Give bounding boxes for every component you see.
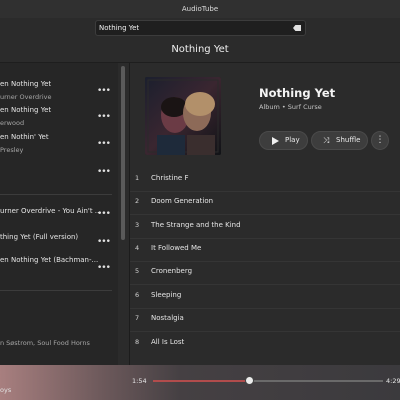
list-item[interactable]: urner Overdrive - You Ain't ... xyxy=(0,207,112,215)
track-name: The Strange and the Kind xyxy=(151,221,241,229)
track-row[interactable]: 2 Doom Generation xyxy=(130,191,400,214)
track-row[interactable]: 6 Sleeping xyxy=(130,285,400,308)
list-item-subtitle: erwood xyxy=(0,119,25,127)
list-item-title: en Nothing Yet xyxy=(0,106,52,114)
track-row[interactable]: 1 Christine F xyxy=(130,168,400,191)
track-row[interactable]: 8 All Is Lost xyxy=(130,332,400,355)
more-options-icon[interactable]: ••• xyxy=(97,264,111,273)
list-item[interactable]: en Nothing Yet (Bachman-... xyxy=(0,256,112,264)
track-name: It Followed Me xyxy=(151,244,202,252)
track-row[interactable]: 7 Nostalgia xyxy=(130,308,400,331)
track-name: Christine F xyxy=(151,174,189,182)
more-options-icon[interactable]: ••• xyxy=(97,210,111,219)
more-options-icon[interactable]: ••• xyxy=(97,238,111,247)
search-value: Nothing Yet xyxy=(99,24,140,32)
more-vertical-icon: ⋮ xyxy=(375,135,385,145)
more-options-icon[interactable]: ••• xyxy=(97,113,111,122)
track-number: 8 xyxy=(135,338,140,346)
elapsed-time: 1:54 xyxy=(132,377,147,385)
track-number: 5 xyxy=(135,267,140,275)
search-input[interactable]: Nothing Yet xyxy=(95,20,306,36)
track-name: Nostalgia xyxy=(151,314,184,322)
seek-bar-fill xyxy=(153,380,250,382)
play-button[interactable]: Play xyxy=(259,131,308,150)
track-name: All Is Lost xyxy=(151,338,185,346)
track-name: Doom Generation xyxy=(151,197,214,205)
list-item-subtitle: Presley xyxy=(0,146,24,154)
list-item-title: thing Yet (Full version) xyxy=(0,233,79,241)
play-label: Play xyxy=(285,136,300,144)
more-options-icon[interactable]: ••• xyxy=(97,140,111,149)
track-number: 4 xyxy=(135,244,140,252)
shuffle-button[interactable]: ⤨ Shuffle xyxy=(311,131,368,150)
now-playing-artist: oys xyxy=(0,386,12,394)
list-item[interactable]: thing Yet (Full version) xyxy=(0,233,112,241)
list-item[interactable]: en Nothin' Yet Presley xyxy=(0,133,112,154)
window-titlebar: AudioTube xyxy=(0,0,400,18)
total-duration: 4:29 xyxy=(386,377,400,385)
more-options-icon[interactable]: ••• xyxy=(97,87,111,96)
track-name: Cronenberg xyxy=(151,267,193,275)
list-item-subtitle: n Søstrom, Soul Food Horns xyxy=(0,339,90,347)
track-number: 7 xyxy=(135,314,140,322)
album-subtitle: Album • Surf Curse xyxy=(259,103,322,111)
track-row[interactable]: 5 Cronenberg xyxy=(130,261,400,284)
list-item-title: en Nothing Yet xyxy=(0,80,52,88)
play-icon xyxy=(272,137,279,145)
list-item[interactable]: n Søstrom, Soul Food Horns xyxy=(0,339,112,347)
list-item[interactable]: en Nothing Yet erwood xyxy=(0,106,112,127)
album-cover-image xyxy=(145,77,221,155)
seek-bar[interactable] xyxy=(153,380,383,382)
section-divider xyxy=(0,290,112,291)
list-item-title: en Nothing Yet (Bachman-... xyxy=(0,256,99,264)
app-title: AudioTube xyxy=(181,5,219,13)
page-title: Nothing Yet xyxy=(171,44,229,55)
shuffle-icon: ⤨ xyxy=(323,136,330,145)
player-bar: oys xyxy=(0,365,400,400)
track-number: 6 xyxy=(135,291,140,299)
track-number: 1 xyxy=(135,174,140,182)
more-options-icon[interactable]: ••• xyxy=(97,168,111,177)
track-row[interactable]: 4 It Followed Me xyxy=(130,238,400,261)
list-item-title: urner Overdrive - You Ain't ... xyxy=(0,207,102,215)
list-item-title: en Nothin' Yet xyxy=(0,133,49,141)
album-more-button[interactable]: ⋮ xyxy=(371,131,389,150)
list-item[interactable]: en Nothing Yet urner Overdrive xyxy=(0,80,112,101)
list-item-subtitle: urner Overdrive xyxy=(0,93,52,101)
track-number: 3 xyxy=(135,221,140,229)
clear-search-icon[interactable] xyxy=(293,25,301,31)
results-scrollbar[interactable] xyxy=(121,66,125,240)
section-divider xyxy=(0,194,112,195)
shuffle-label: Shuffle xyxy=(336,136,361,144)
track-row[interactable]: 3 The Strange and the Kind xyxy=(130,215,400,238)
track-number: 2 xyxy=(135,197,140,205)
album-title: Nothing Yet xyxy=(259,86,336,100)
track-name: Sleeping xyxy=(151,291,182,299)
seek-handle[interactable] xyxy=(244,376,254,385)
